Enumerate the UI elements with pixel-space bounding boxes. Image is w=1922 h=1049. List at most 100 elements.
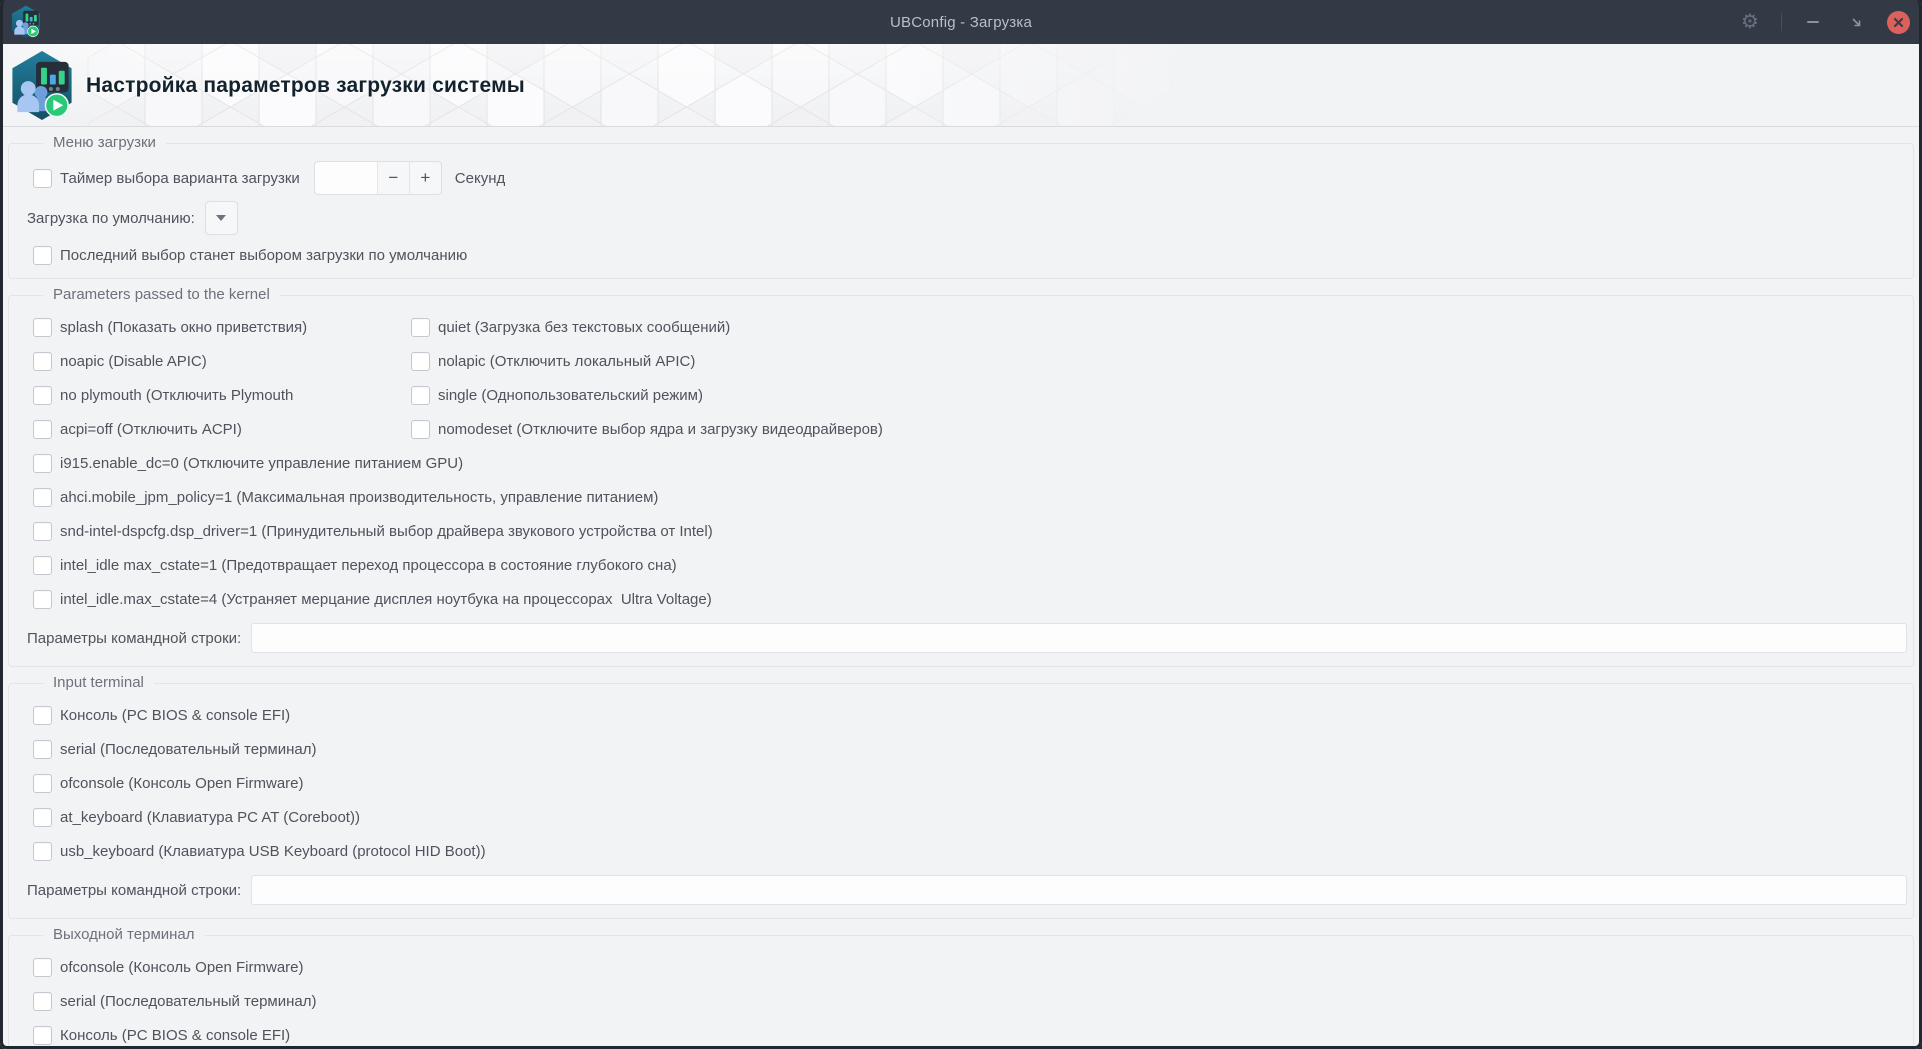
- checkbox-row: usb_keyboard (Клавиатура USB Keyboard (p…: [9, 834, 1913, 868]
- cmdline-row: Параметры командной строки:: [9, 616, 1913, 660]
- section-title: Input terminal: [43, 674, 154, 691]
- checkbox[interactable]: [33, 453, 52, 473]
- window-controls: ⚙: [1738, 0, 1910, 44]
- spin-minus-button[interactable]: −: [376, 161, 409, 195]
- checkbox-cell: quiet (Загрузка без текстовых сообщений): [411, 317, 731, 337]
- checkbox-label: intel_idle.max_cstate=4 (Устраняет мерца…: [60, 590, 712, 608]
- timer-row: Таймер выбора варианта загрузки − + Секунд: [9, 158, 1913, 198]
- cmdline-label: Параметры командной строки:: [27, 629, 242, 647]
- cmdline-input[interactable]: [251, 875, 1907, 905]
- checkbox-row: ofconsole (Консоль Open Firmware): [9, 950, 1913, 984]
- checkbox-cell: acpi=off (Отключить ACPI): [33, 419, 411, 439]
- minimize-icon: [1807, 21, 1819, 23]
- header-banner: Настройка параметров загрузки системы: [0, 44, 1922, 127]
- checkbox-pair-row: splash (Показать окно приветствия) quiet …: [9, 310, 1913, 344]
- checkbox-pair-row: no plymouth (Отключить Plymouth single (О…: [9, 378, 1913, 412]
- chevron-down-icon: [216, 215, 227, 221]
- checkbox-label: Таймер выбора варианта загрузки: [60, 169, 300, 187]
- checkbox-row: Консоль (PC BIOS & console EFI): [9, 1018, 1913, 1049]
- checkbox[interactable]: [33, 555, 52, 575]
- default-boot-combobox[interactable]: [204, 201, 238, 235]
- cmdline-row: Параметры командной строки:: [9, 868, 1913, 912]
- checkbox[interactable]: [33, 991, 52, 1011]
- checkbox[interactable]: [33, 589, 52, 609]
- close-button[interactable]: [1887, 10, 1910, 34]
- checkbox-label: intel_idle max_cstate=1 (Предотвращает п…: [60, 556, 677, 574]
- checkbox[interactable]: [33, 521, 52, 541]
- checkbox-cell: single (Однопользовательский режим): [411, 385, 703, 405]
- titlebar-separator: [1781, 13, 1782, 31]
- window-title: UBConfig - Загрузка: [890, 13, 1032, 31]
- checkbox[interactable]: [33, 807, 52, 827]
- spin-plus-button[interactable]: +: [408, 161, 442, 195]
- checkbox-row: serial (Последовательный терминал): [9, 732, 1913, 766]
- section-output-terminal: Выходной терминал ofconsole (Консоль Open…: [8, 926, 1914, 1049]
- checkbox-row: intel_idle.max_cstate=4 (Устраняет мерца…: [9, 582, 1913, 616]
- checkbox-cell: noapic (Disable APIC): [33, 351, 411, 371]
- default-boot-label: Загрузка по умолчанию:: [27, 209, 195, 227]
- minimize-button[interactable]: [1801, 10, 1825, 34]
- checkbox[interactable]: [33, 419, 52, 439]
- page-title: Настройка параметров загрузки системы: [86, 73, 525, 97]
- checkbox[interactable]: [33, 841, 52, 861]
- checkbox[interactable]: [411, 351, 430, 371]
- checkbox-label: nolapic (Отключить локальный APIC): [438, 352, 696, 370]
- checkbox-label: single (Однопользовательский режим): [438, 386, 703, 404]
- checkbox[interactable]: [411, 317, 430, 337]
- checkbox-row: ahci.mobile_jpm_policy=1 (Максимальная п…: [9, 480, 1913, 514]
- checkbox-label: splash (Показать окно приветствия): [60, 318, 308, 336]
- checkbox[interactable]: [33, 1025, 52, 1045]
- checkbox-label: at_keyboard (Клавиатура PC AT (Coreboot)…: [60, 808, 360, 826]
- checkbox-row: snd-intel-dspcfg.dsp_driver=1 (Принудите…: [9, 514, 1913, 548]
- checkbox-label: no plymouth (Отключить Plymouth: [60, 386, 294, 404]
- checkbox[interactable]: [411, 385, 430, 405]
- section-title: Меню загрузки: [43, 134, 166, 151]
- checkbox[interactable]: [33, 245, 52, 265]
- section-title: Выходной терминал: [43, 926, 205, 943]
- restore-icon: [1852, 18, 1861, 27]
- checkbox[interactable]: [33, 317, 52, 337]
- checkbox-label: ahci.mobile_jpm_policy=1 (Максимальная п…: [60, 488, 659, 506]
- checkbox-cell: splash (Показать окно приветствия): [33, 317, 411, 337]
- checkbox-cell: nomodeset (Отключите выбор ядра и загруз…: [411, 419, 883, 439]
- checkbox-label: ofconsole (Консоль Open Firmware): [60, 774, 304, 792]
- checkbox-row: i915.enable_dc=0 (Отключите управление п…: [9, 446, 1913, 480]
- checkbox[interactable]: [33, 739, 52, 759]
- close-icon: [1893, 17, 1904, 27]
- checkbox-label: Последний выбор станет выбором загрузки …: [60, 246, 468, 264]
- checkbox-label: noapic (Disable APIC): [60, 352, 207, 370]
- checkbox-cell: no plymouth (Отключить Plymouth: [33, 385, 411, 405]
- restore-button[interactable]: [1844, 10, 1868, 34]
- checkbox-label: Консоль (PC BIOS & console EFI): [60, 706, 291, 724]
- checkbox[interactable]: [33, 957, 52, 977]
- cmdline-input[interactable]: [251, 623, 1907, 653]
- seconds-spinbox: − +: [313, 161, 442, 195]
- gear-icon: ⚙: [1741, 11, 1759, 33]
- header-divider: [0, 126, 1922, 127]
- checkbox-label: quiet (Загрузка без текстовых сообщений): [438, 318, 731, 336]
- checkbox[interactable]: [33, 385, 52, 405]
- checkbox-label: serial (Последовательный терминал): [60, 992, 317, 1010]
- checkbox[interactable]: [33, 773, 52, 793]
- checkbox[interactable]: [33, 705, 52, 725]
- checkbox-label: serial (Последовательный терминал): [60, 740, 317, 758]
- checkbox[interactable]: [33, 487, 52, 507]
- checkbox-row: ofconsole (Консоль Open Firmware): [9, 766, 1913, 800]
- section-boot-menu: Меню загрузки Таймер выбора варианта загр…: [8, 134, 1914, 279]
- content: Меню загрузки Таймер выбора варианта загр…: [0, 127, 1922, 1049]
- section-kernel-params: Parameters passed to the kernel splash (П…: [8, 286, 1914, 667]
- checkbox[interactable]: [33, 351, 52, 371]
- section-input-terminal: Input terminal Консоль (PC BIOS & console…: [8, 674, 1914, 919]
- app-window: UBConfig - Загрузка ⚙ Настройка параметр…: [0, 0, 1922, 1049]
- checkbox-row: Последний выбор станет выбором загрузки …: [9, 238, 1913, 272]
- checkbox[interactable]: [33, 168, 52, 188]
- spinbox-input[interactable]: [313, 161, 377, 195]
- checkbox[interactable]: [411, 419, 430, 439]
- checkbox-row: at_keyboard (Клавиатура PC AT (Coreboot)…: [9, 800, 1913, 834]
- checkbox-label: i915.enable_dc=0 (Отключите управление п…: [60, 454, 464, 472]
- section-title: Parameters passed to the kernel: [43, 286, 280, 303]
- settings-button[interactable]: ⚙: [1738, 10, 1762, 34]
- checkbox-label: nomodeset (Отключите выбор ядра и загруз…: [438, 420, 883, 438]
- checkbox-label: ofconsole (Консоль Open Firmware): [60, 958, 304, 976]
- seconds-unit-label: Секунд: [454, 169, 506, 187]
